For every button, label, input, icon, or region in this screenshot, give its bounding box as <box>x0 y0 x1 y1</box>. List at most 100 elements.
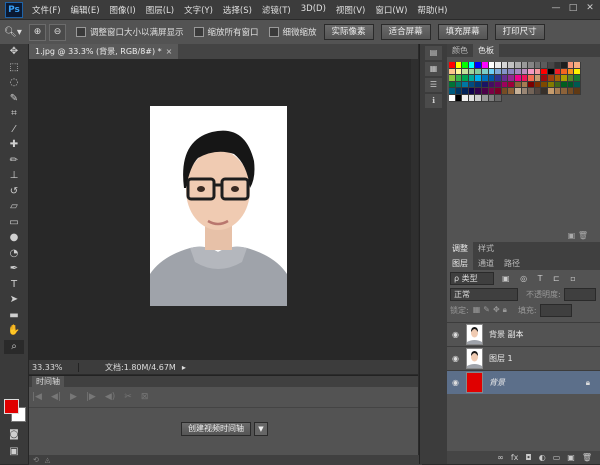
color-swatch[interactable] <box>547 81 555 89</box>
timeline-dropdown-icon[interactable]: ▼ <box>254 422 268 436</box>
menu-help[interactable]: 帮助(H) <box>412 4 452 16</box>
color-swatch[interactable] <box>534 68 542 76</box>
create-video-timeline-button[interactable]: 创建视频时间轴 <box>181 422 251 436</box>
menu-image[interactable]: 图像(I) <box>105 4 141 16</box>
resize-windows-checkbox[interactable]: 调整窗口大小以满屏显示 <box>76 26 184 38</box>
color-swatch[interactable] <box>455 62 463 69</box>
blur-tool-icon[interactable]: ● <box>4 231 24 246</box>
color-swatch[interactable] <box>462 75 469 82</box>
hand-tool-icon[interactable]: ✋ <box>4 324 24 339</box>
transition-icon[interactable]: ⊠ <box>141 392 149 402</box>
layer-row-selected[interactable]: ◉ 背景 🔒︎ <box>447 370 600 394</box>
tab-paths[interactable]: 路径 <box>499 257 525 270</box>
path-select-tool-icon[interactable]: ➤ <box>4 293 24 308</box>
color-swatch[interactable] <box>541 75 548 82</box>
color-swatch[interactable] <box>508 68 515 76</box>
vertical-scrollbar[interactable] <box>411 59 418 360</box>
color-swatch[interactable] <box>514 68 522 76</box>
color-swatch[interactable] <box>561 75 568 82</box>
color-swatch[interactable] <box>468 75 476 82</box>
zoom-all-windows-checkbox[interactable]: 缩放所有窗口 <box>193 26 259 38</box>
layer-name[interactable]: 背景 <box>489 377 505 388</box>
fill-screen-button[interactable]: 填充屏幕 <box>437 24 488 40</box>
color-swatch[interactable] <box>567 62 575 69</box>
color-swatch[interactable] <box>554 62 562 69</box>
healing-brush-tool-icon[interactable]: ✚ <box>4 138 24 153</box>
color-swatch[interactable] <box>521 88 529 95</box>
color-swatch[interactable] <box>541 81 548 89</box>
delete-layer-icon[interactable]: 🗑︎ <box>582 453 592 462</box>
zoom-icon[interactable]: 🔍︎▾ <box>0 23 26 41</box>
color-swatch[interactable] <box>547 62 555 69</box>
zoom-tool-icon[interactable]: ⌕ <box>4 339 24 354</box>
screen-mode-icon[interactable]: ▣ <box>4 445 24 460</box>
menu-window[interactable]: 窗口(W) <box>370 4 412 16</box>
next-frame-icon[interactable]: |▶ <box>86 392 96 402</box>
color-swatch[interactable] <box>455 94 463 102</box>
color-swatch[interactable] <box>528 75 535 82</box>
color-swatch[interactable] <box>561 81 568 89</box>
color-swatch[interactable] <box>514 75 522 82</box>
color-swatch[interactable] <box>561 62 568 69</box>
actions-panel-icon[interactable]: ▦ <box>425 62 442 76</box>
close-button[interactable]: ✕ <box>583 2 597 14</box>
color-swatch[interactable] <box>488 62 496 69</box>
color-swatch[interactable] <box>567 81 575 89</box>
color-swatch[interactable] <box>488 88 496 95</box>
color-swatch[interactable] <box>475 68 482 76</box>
color-swatch[interactable] <box>567 68 575 76</box>
audio-icon[interactable]: ◀) <box>105 392 115 402</box>
gradient-tool-icon[interactable]: ▭ <box>4 216 24 231</box>
color-swatch[interactable] <box>462 62 469 69</box>
link-layers-icon[interactable]: ∞ <box>497 453 504 462</box>
foreground-color-swatch[interactable] <box>4 399 19 414</box>
color-swatch[interactable] <box>554 81 562 89</box>
color-swatch[interactable] <box>567 75 575 82</box>
color-swatch[interactable] <box>561 68 568 76</box>
color-swatch[interactable] <box>554 68 562 76</box>
color-swatches[interactable] <box>4 399 28 423</box>
color-swatch[interactable] <box>481 88 489 95</box>
color-swatch[interactable] <box>508 62 515 69</box>
color-swatch[interactable] <box>449 81 456 89</box>
tab-swatches[interactable]: 色板 <box>473 44 499 57</box>
eye-icon[interactable]: ◉ <box>447 330 464 339</box>
color-swatch[interactable] <box>475 81 482 89</box>
zoom-level[interactable]: 33.33% <box>29 362 79 372</box>
color-swatch[interactable] <box>567 88 575 95</box>
fit-screen-button[interactable]: 适合屏幕 <box>380 24 431 40</box>
tab-channels[interactable]: 通道 <box>473 257 499 270</box>
history-brush-tool-icon[interactable]: ↺ <box>4 185 24 200</box>
color-swatch[interactable] <box>547 75 555 82</box>
canvas-photo[interactable] <box>150 106 287 306</box>
color-swatch[interactable] <box>488 68 496 76</box>
opacity-field[interactable] <box>563 287 596 301</box>
color-swatch[interactable] <box>514 88 522 95</box>
prev-frame-icon[interactable]: ◀| <box>51 392 61 402</box>
color-swatch[interactable] <box>481 94 489 102</box>
color-swatch[interactable] <box>455 81 463 89</box>
print-size-button[interactable]: 打印尺寸 <box>494 24 545 40</box>
color-swatch[interactable] <box>455 75 463 82</box>
color-swatch[interactable] <box>561 88 568 95</box>
color-swatch[interactable] <box>488 94 496 102</box>
color-swatch[interactable] <box>528 88 535 95</box>
first-frame-icon[interactable]: |◀ <box>32 392 42 402</box>
filter-icons[interactable]: ▣ ◎ T ⊏ ▫ <box>502 274 580 283</box>
color-swatch[interactable] <box>475 75 482 82</box>
tab-color[interactable]: 颜色 <box>447 44 473 57</box>
color-swatch[interactable] <box>462 94 469 102</box>
layer-row[interactable]: ◉ 图层 1 <box>447 346 600 370</box>
color-swatch[interactable] <box>514 62 522 69</box>
adjustment-layer-icon[interactable]: ◐ <box>539 453 546 462</box>
history-panel-icon[interactable]: ▤ <box>425 46 442 60</box>
color-swatch[interactable] <box>501 68 509 76</box>
actual-pixels-button[interactable]: 实际像素 <box>323 24 374 40</box>
move-tool-icon[interactable]: ✥ <box>4 45 24 60</box>
color-swatch[interactable] <box>574 81 581 89</box>
color-swatch[interactable] <box>481 81 489 89</box>
color-swatch[interactable] <box>574 88 581 95</box>
color-swatch[interactable] <box>475 94 482 102</box>
menu-view[interactable]: 视图(V) <box>331 4 370 16</box>
color-swatch[interactable] <box>455 68 463 76</box>
